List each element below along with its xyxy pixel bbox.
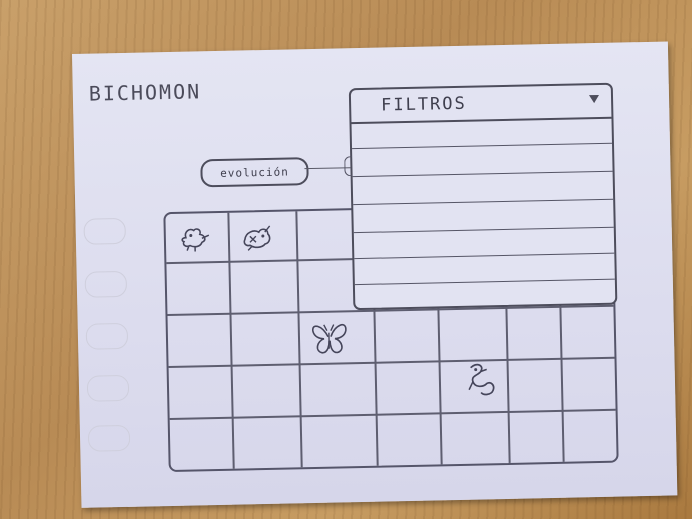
sidebar-item-2[interactable] (84, 270, 128, 298)
grid-row-divider (168, 356, 615, 368)
panel-handle[interactable] (344, 156, 353, 177)
grid-col-divider (227, 212, 235, 469)
sidebar-item-1[interactable] (83, 217, 126, 245)
filters-title: FILTROS (380, 93, 467, 116)
sidebar-item-4[interactable] (86, 374, 130, 402)
filter-option-row[interactable] (352, 142, 612, 150)
chevron-down-icon[interactable] (588, 94, 600, 104)
creature-sprite-1[interactable] (178, 223, 213, 254)
filter-option-row[interactable] (354, 252, 615, 260)
grid-row-divider (169, 408, 616, 420)
filter-option-row[interactable] (353, 198, 614, 206)
filter-option-row[interactable] (354, 278, 615, 286)
sidebar-item-3[interactable] (85, 322, 129, 350)
creature-sprite-2[interactable] (240, 222, 275, 253)
sidebar-item-5[interactable] (87, 424, 131, 452)
filters-dropdown-header[interactable]: FILTROS (350, 84, 612, 125)
creature-sprite-3[interactable] (308, 318, 353, 357)
filters-panel: FILTROS (344, 82, 618, 311)
filter-option-row[interactable] (352, 170, 613, 178)
app-title: BICHOMON (88, 79, 202, 106)
grid-col-divider (295, 211, 303, 468)
evolution-button[interactable]: evolución (200, 157, 309, 188)
filter-option-row[interactable] (353, 226, 614, 234)
app-frame: BICHOMON evolución FILTROS (72, 41, 678, 508)
creature-sprite-4[interactable] (460, 359, 501, 400)
